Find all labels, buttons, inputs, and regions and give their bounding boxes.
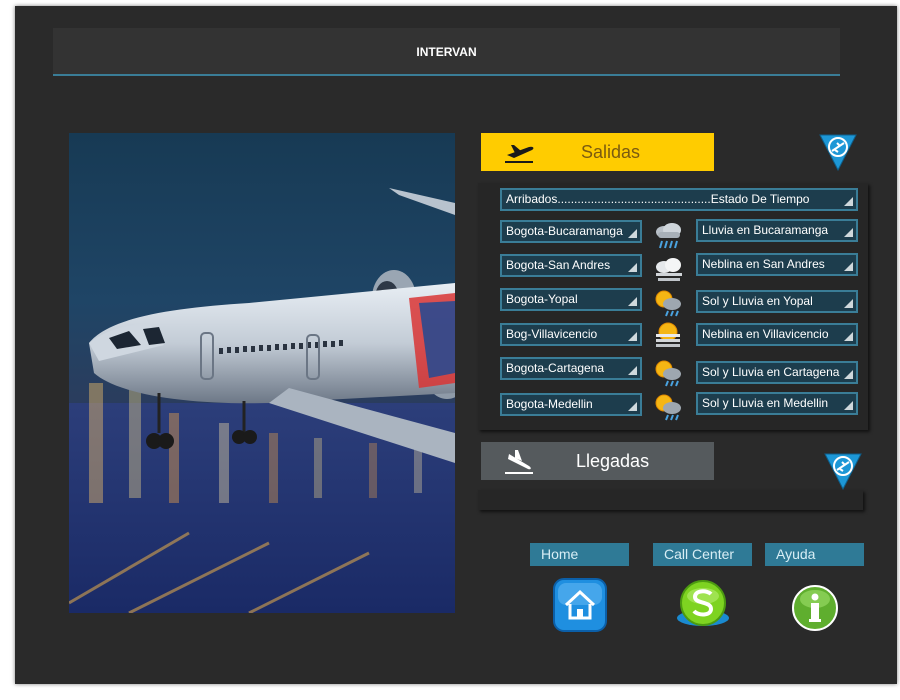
route-select[interactable]: Bog-Villavicencio	[500, 323, 642, 346]
arrival-icon	[503, 450, 537, 474]
fog-cloud-icon	[652, 256, 684, 286]
rain-cloud-icon	[652, 220, 684, 250]
tab-salidas[interactable]: Salidas	[481, 133, 714, 171]
route-select[interactable]: Bogota-Bucaramanga	[500, 220, 642, 243]
skype-icon[interactable]	[673, 578, 729, 634]
airport-badge-icon[interactable]	[824, 452, 862, 491]
departure-icon	[503, 141, 537, 165]
sun-fog-icon	[652, 320, 684, 350]
call-center-button[interactable]: Call Center	[653, 543, 752, 566]
salidas-label: Salidas	[581, 142, 641, 162]
weather-status-select[interactable]: Sol y Lluvia en Medellin	[696, 392, 858, 415]
airport-badge-icon[interactable]	[819, 133, 857, 172]
airplane-image	[69, 133, 455, 613]
route-select[interactable]: Bogota-Medellin	[500, 393, 642, 416]
sun-rain-icon	[652, 288, 684, 318]
weather-status-select[interactable]: Neblina en Villavicencio	[696, 323, 858, 346]
header-select[interactable]: Arribados...............................…	[500, 188, 858, 211]
weather-status-select[interactable]: Sol y Lluvia en Cartagena	[696, 361, 858, 384]
llegadas-panel	[478, 490, 863, 510]
tab-llegadas[interactable]: Llegadas	[481, 442, 714, 480]
route-select[interactable]: Bogota-San Andres	[500, 254, 642, 277]
weather-status-select[interactable]: Sol y Lluvia en Yopal	[696, 290, 858, 313]
weather-status-select[interactable]: Lluvia en Bucaramanga	[696, 219, 858, 242]
sun-rain-icon	[652, 392, 684, 422]
ayuda-button[interactable]: Ayuda	[765, 543, 864, 566]
weather-status-select[interactable]: Neblina en San Andres	[696, 253, 858, 276]
home-button[interactable]: Home	[530, 543, 629, 566]
page-title: INTERVAN	[416, 45, 477, 59]
route-select[interactable]: Bogota-Yopal	[500, 288, 642, 311]
home-icon[interactable]	[552, 577, 608, 633]
page-header: INTERVAN	[53, 28, 840, 76]
route-select[interactable]: Bogota-Cartagena	[500, 357, 642, 380]
info-icon[interactable]	[791, 584, 847, 640]
sun-rain-icon	[652, 358, 684, 388]
llegadas-label: Llegadas	[576, 451, 650, 471]
